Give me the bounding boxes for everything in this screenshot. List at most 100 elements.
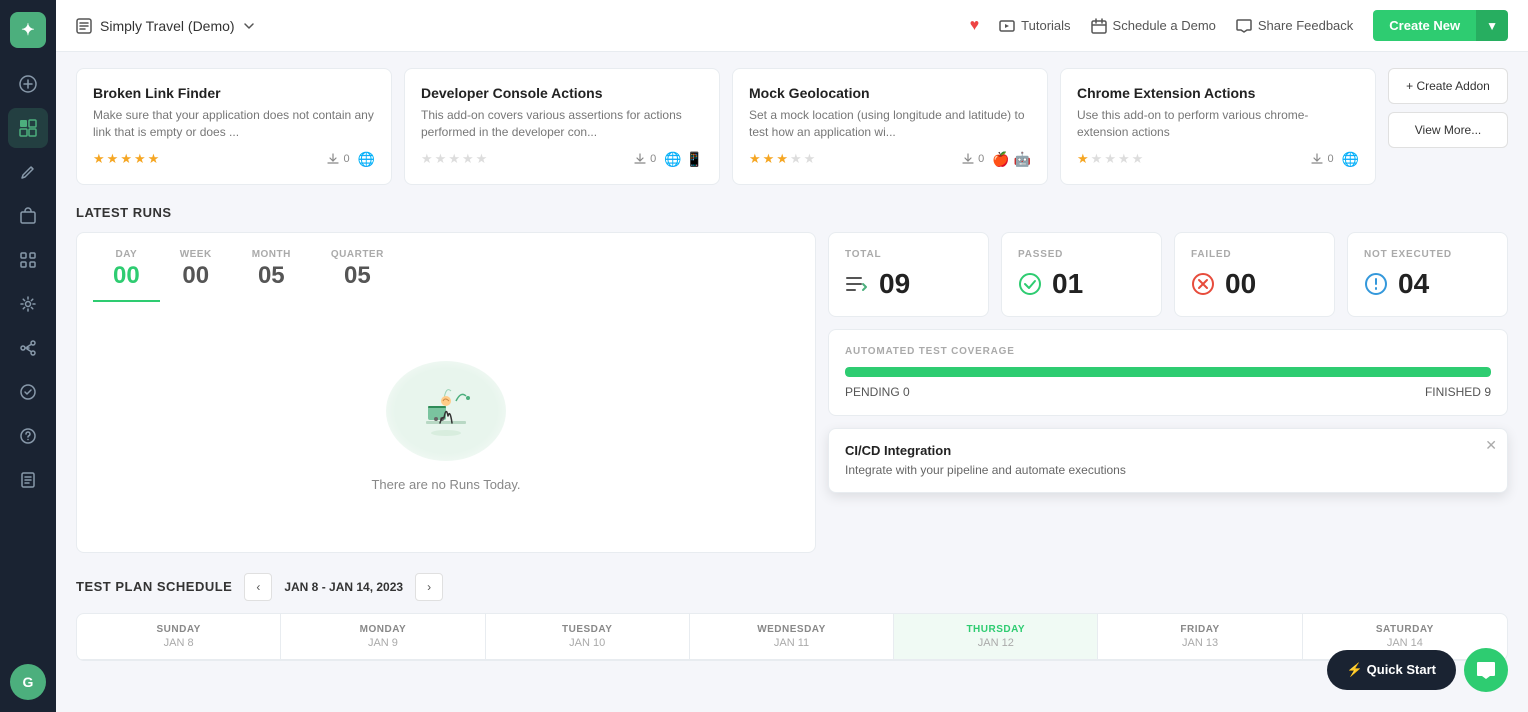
topbar: Simply Travel (Demo) ♥ Tutorials Schedul…: [56, 0, 1528, 52]
star-1: ★: [749, 151, 761, 167]
create-new-button[interactable]: Create New: [1373, 10, 1476, 41]
schedule-demo-link[interactable]: Schedule a Demo: [1091, 18, 1216, 34]
sidebar-logo[interactable]: ✦: [10, 12, 46, 48]
runs-tabs: DAY 00 WEEK 00 MONTH 05 QUARTER: [77, 233, 815, 302]
tab-day-value: 00: [113, 262, 140, 290]
tab-day[interactable]: DAY 00: [93, 241, 160, 302]
stat-failed-row: 00: [1191, 268, 1256, 300]
sidebar-item-edit[interactable]: [8, 152, 48, 192]
runs-stats: TOTAL 09 PASSED: [828, 232, 1508, 553]
addons-row: Broken Link Finder Make sure that your a…: [76, 68, 1508, 185]
schedule-prev-button[interactable]: ‹: [244, 573, 272, 601]
chat-button[interactable]: [1464, 648, 1508, 692]
addon-card-chrome-ext: Chrome Extension Actions Use this add-on…: [1060, 68, 1376, 185]
star-2: ★: [435, 151, 447, 167]
sidebar-item-cases[interactable]: [8, 196, 48, 236]
schedule-next-button[interactable]: ›: [415, 573, 443, 601]
create-addon-button[interactable]: + Create Addon: [1388, 68, 1508, 104]
stat-passed: PASSED 01: [1001, 232, 1162, 317]
schedule-day-friday: FRIDAY JAN 13: [1098, 614, 1302, 659]
addon-footer: ★ ★ ★ ★ ★ 0 🌐: [1077, 151, 1359, 168]
tutorials-link[interactable]: Tutorials: [999, 18, 1070, 34]
star-2: ★: [763, 151, 775, 167]
stat-failed-value: 00: [1225, 268, 1256, 300]
latest-runs-title: LATEST RUNS: [76, 205, 1508, 220]
failed-icon: [1191, 272, 1215, 296]
addon-platforms: 🌐: [358, 151, 375, 168]
stat-not-executed-value: 04: [1398, 268, 1429, 300]
addon-description: Use this add-on to perform various chrom…: [1077, 107, 1359, 141]
heart-icon: ♥: [970, 17, 980, 35]
sidebar-item-reports[interactable]: [8, 460, 48, 500]
cicd-close-button[interactable]: ✕: [1485, 437, 1497, 454]
schedule-day-monday: MONDAY JAN 9: [281, 614, 485, 659]
latest-runs-grid: DAY 00 WEEK 00 MONTH 05 QUARTER: [76, 232, 1508, 553]
schedule-grid: SUNDAY JAN 8 MONDAY JAN 9 TUESDAY JAN 10…: [76, 613, 1508, 661]
star-1: ★: [1077, 151, 1089, 167]
addon-description: Make sure that your application does not…: [93, 107, 375, 141]
quick-start-button[interactable]: ⚡ Quick Start: [1327, 650, 1456, 690]
coverage-card: AUTOMATED TEST COVERAGE PENDING 0 FINISH…: [828, 329, 1508, 416]
coverage-bar-bg: [845, 367, 1491, 377]
create-new-dropdown-button[interactable]: ▼: [1476, 10, 1508, 41]
sidebar-item-circle[interactable]: [8, 372, 48, 412]
addon-footer: ★ ★ ★ ★ ★ 0 🍎 🤖: [749, 151, 1031, 168]
star-2: ★: [107, 151, 119, 167]
stat-passed-row: 01: [1018, 268, 1083, 300]
share-feedback-link[interactable]: Share Feedback: [1236, 18, 1353, 34]
schedule-days-header: SUNDAY JAN 8 MONDAY JAN 9 TUESDAY JAN 10…: [77, 614, 1507, 660]
app-title-icon: [76, 18, 92, 34]
schedule-date-range: JAN 8 - JAN 14, 2023: [284, 580, 403, 594]
stat-total: TOTAL 09: [828, 232, 989, 317]
addon-platforms: 🌐: [1342, 151, 1359, 168]
sidebar-item-integrations[interactable]: [8, 328, 48, 368]
schedule-title: TEST PLAN SCHEDULE: [76, 579, 232, 594]
main-content: Simply Travel (Demo) ♥ Tutorials Schedul…: [56, 0, 1528, 712]
sidebar-item-add[interactable]: [8, 64, 48, 104]
create-new-group: Create New ▼: [1373, 10, 1508, 41]
tab-week[interactable]: WEEK 00: [160, 241, 232, 302]
view-more-button[interactable]: View More...: [1388, 112, 1508, 148]
empty-illustration: [386, 361, 506, 461]
sidebar: ✦ G: [0, 0, 56, 712]
tab-quarter[interactable]: QUARTER 05: [311, 241, 404, 302]
star-4: ★: [1118, 151, 1130, 167]
addon-platforms: 🌐 📱: [664, 151, 703, 168]
addon-downloads: 0: [327, 153, 349, 165]
addon-downloads: 0: [634, 153, 656, 165]
star-4: ★: [462, 151, 474, 167]
empty-illustration-svg: [406, 371, 486, 451]
sidebar-item-dashboard[interactable]: [8, 108, 48, 148]
tab-month[interactable]: MONTH 05: [232, 241, 311, 302]
app-title[interactable]: Simply Travel (Demo): [76, 18, 255, 34]
sidebar-item-settings[interactable]: [8, 284, 48, 324]
user-avatar[interactable]: G: [10, 664, 46, 700]
app-name: Simply Travel (Demo): [100, 18, 235, 34]
addon-card-dev-console: Developer Console Actions This add-on co…: [404, 68, 720, 185]
star-5: ★: [476, 151, 488, 167]
addon-stars: ★ ★ ★ ★ ★: [749, 151, 815, 167]
addon-description: This add-on covers various assertions fo…: [421, 107, 703, 141]
star-4: ★: [134, 151, 146, 167]
addon-downloads: 0: [962, 153, 984, 165]
schedule-day-tuesday: TUESDAY JAN 10: [486, 614, 690, 659]
addon-card-mock-geo: Mock Geolocation Set a mock location (us…: [732, 68, 1048, 185]
runs-empty-state: There are no Runs Today.: [77, 302, 815, 552]
latest-runs-section: LATEST RUNS DAY 00 WEEK 00 MO: [76, 205, 1508, 553]
stat-not-executed: NOT EXECUTED 04: [1347, 232, 1508, 317]
tab-week-value: 00: [180, 262, 212, 290]
tab-quarter-value: 05: [331, 262, 384, 290]
addon-title: Chrome Extension Actions: [1077, 85, 1359, 101]
sidebar-item-help[interactable]: [8, 416, 48, 456]
pending-label: PENDING 0: [845, 385, 910, 399]
content-area: Broken Link Finder Make sure that your a…: [56, 52, 1528, 712]
addon-stars: ★ ★ ★ ★ ★: [421, 151, 487, 167]
cicd-title: CI/CD Integration: [845, 443, 1491, 458]
addon-title: Mock Geolocation: [749, 85, 1031, 101]
star-3: ★: [1104, 151, 1116, 167]
cicd-description: Integrate with your pipeline and automat…: [845, 462, 1491, 479]
addon-footer: ★ ★ ★ ★ ★ 0 🌐: [93, 151, 375, 168]
stat-not-executed-row: 04: [1364, 268, 1429, 300]
addon-platforms: 🍎 🤖: [992, 151, 1031, 168]
sidebar-item-grid[interactable]: [8, 240, 48, 280]
